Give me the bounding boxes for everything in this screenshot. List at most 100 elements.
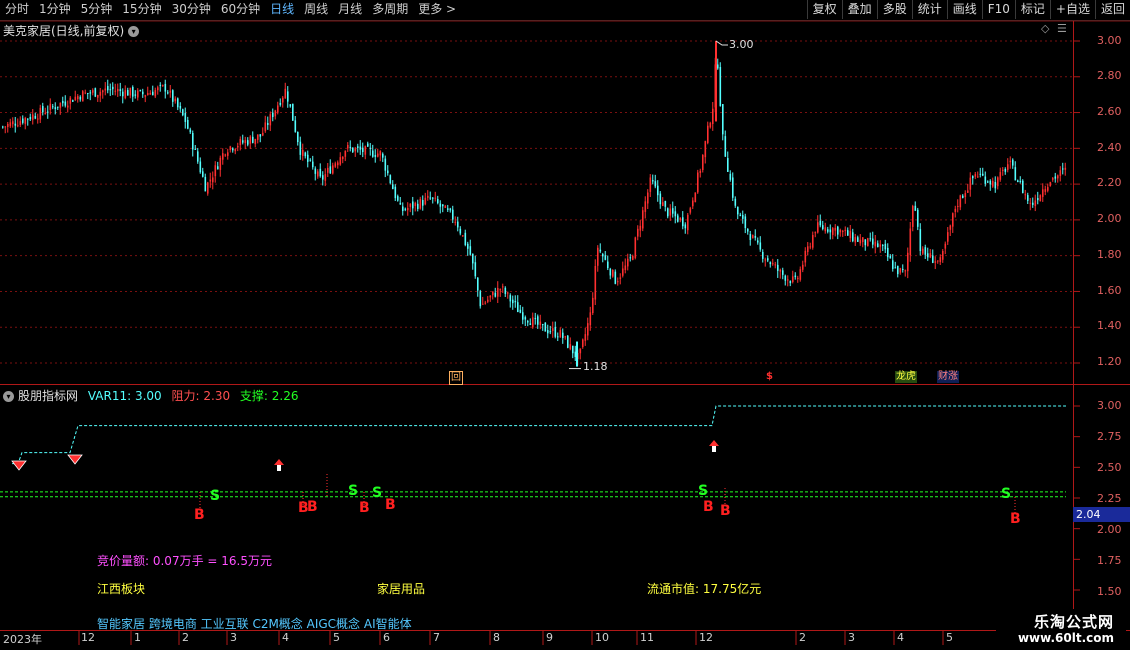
candle-body xyxy=(267,123,269,125)
date-tick: 2023年 xyxy=(3,633,42,646)
diamond-icon[interactable]: ◇ xyxy=(1041,22,1049,35)
price-tick: 1.80 xyxy=(1097,248,1122,261)
candle-body xyxy=(604,255,607,260)
candle-body xyxy=(44,113,47,115)
candle-body xyxy=(974,174,977,177)
candle-body xyxy=(419,198,422,209)
candle-body xyxy=(1064,167,1067,170)
candle-body xyxy=(967,190,969,193)
high-pointer xyxy=(715,40,728,46)
candle-body xyxy=(799,269,802,280)
candle-body xyxy=(274,110,277,117)
candle-body xyxy=(334,163,337,167)
event-marker-dollar[interactable]: $ xyxy=(765,371,774,383)
candle-body xyxy=(454,221,457,223)
candle-body xyxy=(839,229,842,233)
date-tick: 4 xyxy=(897,631,904,644)
candle-body xyxy=(459,228,462,234)
candle-body xyxy=(992,180,994,187)
candle-body xyxy=(949,225,952,230)
candle-body xyxy=(304,152,307,157)
candle-body xyxy=(492,291,494,296)
date-tick: 3 xyxy=(230,631,237,644)
candle-body xyxy=(457,221,459,228)
candle-body xyxy=(817,222,819,233)
candle-body xyxy=(742,215,744,219)
candle-body xyxy=(624,265,627,270)
candle-body xyxy=(127,90,129,96)
candle-body xyxy=(257,134,259,140)
candle-body xyxy=(749,234,752,241)
candle-body xyxy=(837,226,839,235)
menu-icon[interactable]: ☰ xyxy=(1057,22,1067,35)
candle-body xyxy=(582,339,584,348)
date-tick: 4 xyxy=(282,631,289,644)
buy-signal: B xyxy=(703,499,714,515)
event-marker-caizhang[interactable]: 财涨 xyxy=(937,371,959,383)
candle-body xyxy=(1022,180,1024,194)
candle-body xyxy=(1034,200,1037,207)
candle-body xyxy=(994,182,997,189)
candle-body xyxy=(97,94,99,98)
candle-body xyxy=(399,202,402,205)
event-marker-longhu[interactable]: 龙虎 xyxy=(895,371,917,383)
candle-body xyxy=(307,154,309,162)
candle-body xyxy=(89,92,92,94)
indicator-tick: 2.75 xyxy=(1097,430,1122,443)
sell-signal: S xyxy=(348,483,359,499)
candle-body xyxy=(977,176,979,178)
candle-body xyxy=(1014,167,1017,181)
candle-body xyxy=(182,109,184,116)
var11-line xyxy=(12,405,1066,465)
candle-body xyxy=(319,168,322,177)
candle-body xyxy=(644,201,647,212)
candle-body xyxy=(64,101,67,106)
candle-body xyxy=(32,114,34,120)
candle-body xyxy=(764,259,767,261)
candle-body xyxy=(999,172,1002,180)
candle-body xyxy=(54,107,57,110)
candle-body xyxy=(112,86,114,90)
watermark-url: www.60lt.com xyxy=(1017,631,1114,645)
candle-body xyxy=(619,277,622,279)
candle-body xyxy=(174,98,177,102)
indicator-title-bar[interactable]: ▾ 股朋指标网 VAR11: 3.00 阻力: 2.30 支撑: 2.26 xyxy=(3,387,299,404)
candle-body xyxy=(1017,180,1019,183)
candle-body xyxy=(494,292,497,297)
candle-body xyxy=(397,196,399,201)
candle-body xyxy=(142,91,144,95)
candle-body xyxy=(269,114,272,126)
candle-body xyxy=(699,170,702,173)
chevron-down-icon[interactable]: ▾ xyxy=(128,26,140,37)
price-tick: 2.20 xyxy=(1097,176,1122,189)
candle-body xyxy=(864,239,867,246)
event-marker-hui[interactable]: 回 xyxy=(449,371,463,385)
main-chart-title[interactable]: 美克家居(日线,前复权) ▾ xyxy=(3,22,140,39)
candle-body xyxy=(1042,189,1044,197)
candle-body xyxy=(447,208,449,210)
candle-body xyxy=(1057,175,1059,179)
price-tick: 1.60 xyxy=(1097,284,1122,297)
candle-body xyxy=(934,261,937,263)
candle-body xyxy=(789,281,792,284)
candle-body xyxy=(519,309,522,313)
candle-body xyxy=(219,157,222,170)
candle-body xyxy=(909,228,912,256)
candle-body xyxy=(914,205,917,211)
candle-body xyxy=(449,208,452,211)
date-tick: 9 xyxy=(546,631,553,644)
candle-body xyxy=(137,90,139,98)
candle-body xyxy=(189,129,192,133)
buy-signal: B xyxy=(194,507,205,523)
candle-body xyxy=(759,242,762,250)
candle-body xyxy=(332,165,334,174)
candle-body xyxy=(694,192,697,203)
chevron-down-icon[interactable]: ▾ xyxy=(3,391,14,402)
candle-body xyxy=(947,232,949,242)
candle-body xyxy=(927,253,929,258)
candle-body xyxy=(344,150,347,157)
candle-body xyxy=(102,90,104,93)
candle-body xyxy=(262,132,264,136)
candle-body xyxy=(349,146,352,148)
candle-body xyxy=(4,126,7,128)
